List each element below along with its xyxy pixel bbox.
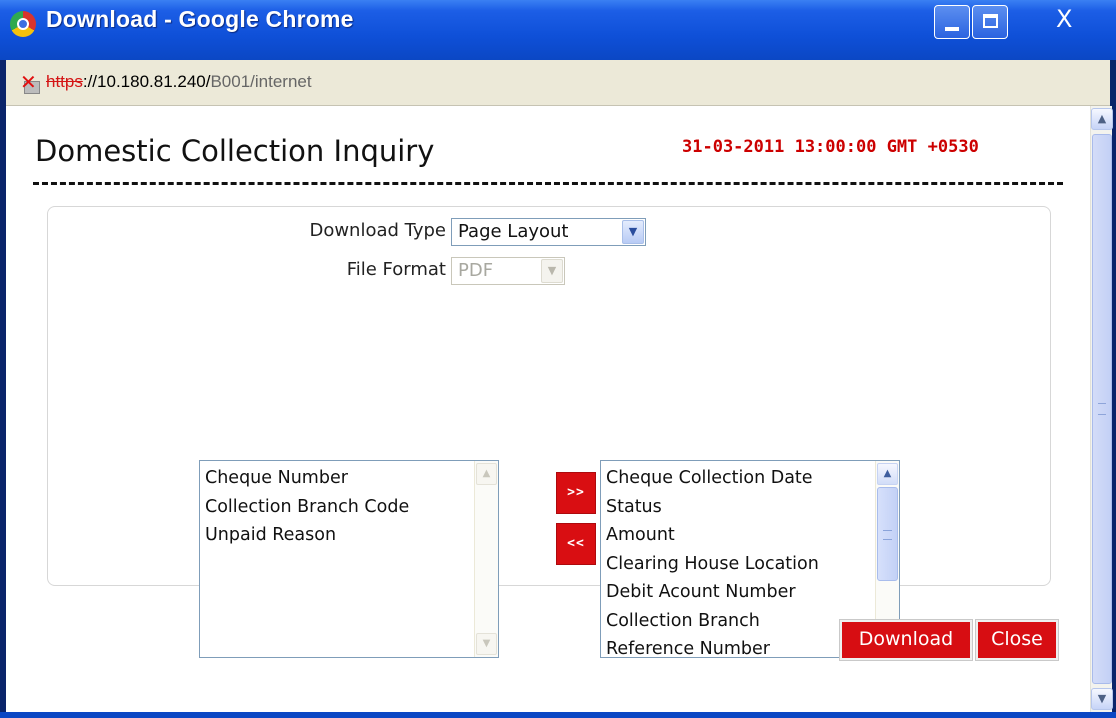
url-path: B001/internet [210, 72, 312, 91]
grip-icon [883, 530, 892, 540]
scrollbar-thumb[interactable] [877, 487, 898, 581]
add-column-button[interactable]: >> [556, 472, 596, 514]
grip-icon [1098, 403, 1106, 415]
list-item[interactable]: Amount [606, 521, 873, 550]
url-text[interactable]: https://10.180.81.240/B001/internet [46, 72, 312, 92]
scrollbar-thumb[interactable] [1092, 134, 1112, 684]
available-columns-items: Cheque Number Collection Branch Code Unp… [205, 464, 472, 550]
download-button[interactable]: Download [839, 619, 973, 661]
chrome-logo-icon [10, 11, 36, 37]
scroll-down-icon[interactable]: ▼ [1091, 688, 1113, 710]
download-options-panel: Download Type Page Layout ▼ File Format … [47, 206, 1051, 658]
page-viewport: Domestic Collection Inquiry 31-03-2011 1… [6, 106, 1113, 712]
broken-lock-icon[interactable]: ✕ [20, 70, 42, 94]
file-format-value: PDF [458, 260, 494, 281]
title-bar[interactable]: Download - Google Chrome X [0, 0, 1116, 60]
file-format-select: PDF ▼ [451, 257, 565, 285]
scroll-up-icon[interactable]: ▲ [1091, 108, 1113, 130]
minimize-button[interactable] [934, 5, 970, 39]
url-host: ://10.180.81.240/ [82, 72, 211, 91]
list-item[interactable]: Cheque Number [205, 464, 472, 493]
page-scrollbar[interactable]: ▲ ▼ [1090, 106, 1113, 712]
selected-columns-items: Cheque Collection Date Status Amount Cle… [606, 464, 873, 657]
scroll-up-icon[interactable]: ▲ [877, 463, 898, 485]
maximize-button[interactable] [972, 5, 1008, 39]
download-type-label: Download Type [309, 220, 446, 241]
list-item[interactable]: Reference Number [606, 635, 873, 657]
chevron-down-icon[interactable]: ▼ [622, 220, 644, 244]
remove-column-button[interactable]: << [556, 523, 596, 565]
available-list-scrollbar: ▲ ▼ [474, 461, 498, 657]
dashed-divider [33, 182, 1063, 185]
insecure-x-icon: ✕ [20, 70, 37, 94]
list-item[interactable]: Unpaid Reason [205, 521, 472, 550]
minimize-icon [945, 27, 959, 31]
window-close-button[interactable]: X [1010, 5, 1108, 39]
list-item[interactable]: Status [606, 493, 873, 522]
url-scheme: https [46, 72, 83, 91]
available-columns-list[interactable]: Cheque Number Collection Branch Code Unp… [199, 460, 499, 658]
browser-window: Download - Google Chrome X ✕ https://10.… [0, 0, 1116, 718]
address-bar[interactable]: ✕ https://10.180.81.240/B001/internet [6, 60, 1110, 106]
chevron-down-icon: ▼ [541, 259, 563, 283]
list-item[interactable]: Debit Acount Number [606, 578, 873, 607]
list-item[interactable]: Cheque Collection Date [606, 464, 873, 493]
scroll-up-icon: ▲ [476, 463, 497, 485]
page-title: Domestic Collection Inquiry [35, 134, 435, 168]
download-type-select[interactable]: Page Layout ▼ [451, 218, 646, 246]
maximize-icon [983, 14, 998, 28]
scroll-down-icon: ▼ [476, 633, 497, 655]
download-type-value: Page Layout [458, 221, 569, 242]
window-title: Download - Google Chrome [46, 6, 354, 32]
close-icon: X [1056, 5, 1073, 33]
list-item[interactable]: Collection Branch Code [205, 493, 472, 522]
timestamp: 31-03-2011 13:00:00 GMT +0530 [682, 137, 979, 157]
list-item[interactable]: Collection Branch [606, 607, 873, 636]
file-format-label: File Format [346, 259, 446, 280]
window-bottom-border [0, 712, 1116, 718]
close-button[interactable]: Close [975, 619, 1059, 661]
list-item[interactable]: Clearing House Location [606, 550, 873, 579]
